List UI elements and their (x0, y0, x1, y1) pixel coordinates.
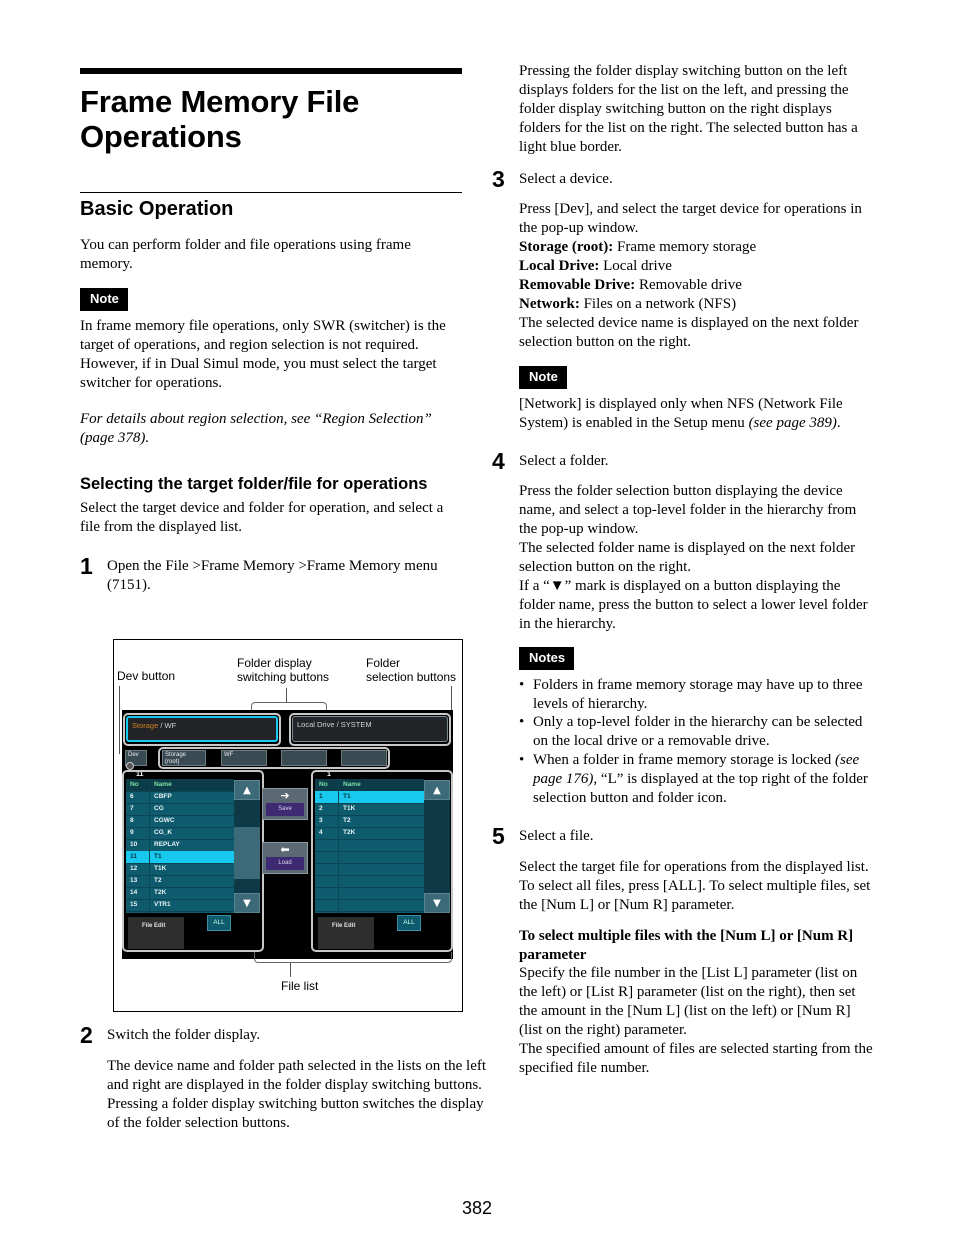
subsection-heading-selecting: Selecting the target folder/file for ope… (80, 475, 428, 494)
step-title: Select a file. (519, 828, 594, 844)
section-heading-basic-operation: Basic Operation (80, 198, 234, 220)
device-name: Storage (root): (519, 239, 614, 256)
leader-line (290, 963, 291, 977)
device-name: Network: (519, 295, 580, 312)
step-body: The specified amount of files are select… (519, 1041, 873, 1076)
step-body: Press the folder selection button displa… (519, 483, 857, 538)
step-body: To select all files, press [ALL]. To sel… (519, 877, 871, 913)
highlight-outline (123, 713, 281, 746)
note-text: In frame memory file operations, only SW… (80, 317, 446, 391)
step-3: 3 Select a device. Press [Dev], and sele… (492, 166, 875, 433)
right-arrow-icon: ➔ (280, 789, 290, 802)
step-number: 3 (492, 165, 505, 192)
load-button[interactable]: ⬅ Load (262, 842, 308, 874)
highlight-outline (122, 770, 264, 952)
note-text: When a folder in frame memory storage is… (533, 752, 835, 769)
dev-callout-dot (126, 762, 134, 770)
right-column: Pressing the folder display switching bu… (492, 62, 875, 1078)
leader-line (286, 688, 287, 702)
note-item: When a folder in frame memory storage is… (519, 751, 875, 808)
note-badge: Note (80, 287, 128, 311)
menu-panel: Storage / WF Local Drive / SYSTEM Dev St… (122, 710, 453, 959)
note-item: Folders in frame memory storage may have… (519, 676, 875, 714)
note-text: [Network] is displayed only when NFS (Ne… (519, 395, 875, 433)
highlight-outline (289, 713, 451, 746)
device-item: Storage (root): Frame memory storage (519, 238, 875, 257)
left-arrow-icon: ⬅ (280, 843, 290, 856)
bracket (254, 952, 452, 963)
step-body: Select the target file for operations fr… (519, 858, 869, 875)
device-name: Removable Drive: (519, 277, 636, 294)
callout-folder-display: Folder display switching buttons (237, 656, 329, 684)
highlight-outline (311, 770, 453, 952)
step-title: Select a folder. (519, 452, 609, 469)
leader-line (119, 686, 120, 754)
step-text: Open the File >Frame Memory >Frame Memor… (107, 558, 438, 593)
section-rule (80, 192, 462, 193)
step-number: 2 (80, 1022, 93, 1048)
save-label: Save (266, 803, 304, 816)
device-item: Network: Files on a network (NFS) (519, 295, 875, 314)
highlight-outline (158, 747, 390, 769)
page-title-line2: Operations (80, 119, 242, 154)
step-number: 5 (492, 823, 505, 849)
device-desc: Files on a network (NFS) (583, 295, 737, 312)
callout-folder-selection: Folder selection buttons (366, 656, 456, 684)
region-selection-reference-link[interactable]: For details about region selection, see … (80, 411, 432, 446)
page-title-line1: Frame Memory File (80, 84, 360, 119)
callout-line: Folder display (237, 656, 312, 670)
device-desc: Removable drive (638, 277, 742, 294)
step-number: 4 (492, 447, 505, 474)
title-rule (80, 68, 462, 74)
device-name: Local Drive: (519, 258, 600, 275)
step-title: Select a device. (519, 170, 613, 187)
device-desc: Local drive (603, 258, 672, 275)
step-2-continued: Pressing the folder display switching bu… (519, 63, 858, 155)
step-body: The device name and folder path selected… (107, 1057, 487, 1093)
callout-dev-button: Dev button (117, 669, 176, 683)
save-button[interactable]: ➔ Save (262, 788, 308, 820)
subheading-num-parameter: To select multiple files with the [Num L… (519, 927, 854, 963)
callout-file-list: File list (281, 979, 319, 993)
step-body: Pressing a folder display switching butt… (107, 1095, 484, 1131)
step-body: The selected folder name is displayed on… (519, 540, 856, 576)
step-body: If a “▼” mark is displayed on a button d… (519, 577, 868, 632)
punctuation: . (836, 414, 841, 431)
step-1: 1 Open the File >Frame Memory >Frame Mem… (80, 553, 462, 595)
load-label: Load (266, 857, 304, 870)
intro-paragraph: You can perform folder and file operatio… (80, 237, 411, 272)
notes-badge: Notes (519, 646, 575, 670)
page-title: Frame Memory File Operations (80, 84, 462, 154)
step-body: Specify the file number in the [List L] … (519, 965, 858, 1039)
step-title: Switch the folder display. (107, 1027, 261, 1043)
left-column: Frame Memory File Operations Basic Opera… (80, 68, 462, 595)
frame-memory-menu-figure: Dev button Folder display switching butt… (113, 639, 463, 1012)
notes-list: Folders in frame memory storage may have… (519, 676, 875, 808)
callout-line: Folder (366, 656, 401, 670)
device-item: Local Drive: Local drive (519, 257, 875, 276)
page-number: 382 (461, 1198, 493, 1218)
step-5: 5 Select a file. Select the target file … (492, 823, 875, 1078)
step-body: Press [Dev], and select the target devic… (519, 201, 862, 237)
callout-line: switching buttons (237, 670, 330, 684)
step-2: 2 Switch the folder display. The device … (80, 1022, 489, 1133)
device-desc: Frame memory storage (617, 239, 757, 256)
callout-line: selection buttons (366, 670, 457, 684)
device-item: Removable Drive: Removable drive (519, 276, 875, 295)
page-reference-link[interactable]: (see page 389) (749, 415, 837, 431)
note-item: Only a top-level folder in the hierarchy… (519, 713, 875, 751)
selecting-intro: Select the target device and folder for … (80, 500, 444, 536)
note-badge: Note (519, 365, 567, 389)
step-body: The selected device name is displayed on… (519, 314, 859, 350)
step-number: 1 (80, 553, 93, 580)
step-4: 4 Select a folder. Press the folder sele… (492, 448, 875, 809)
